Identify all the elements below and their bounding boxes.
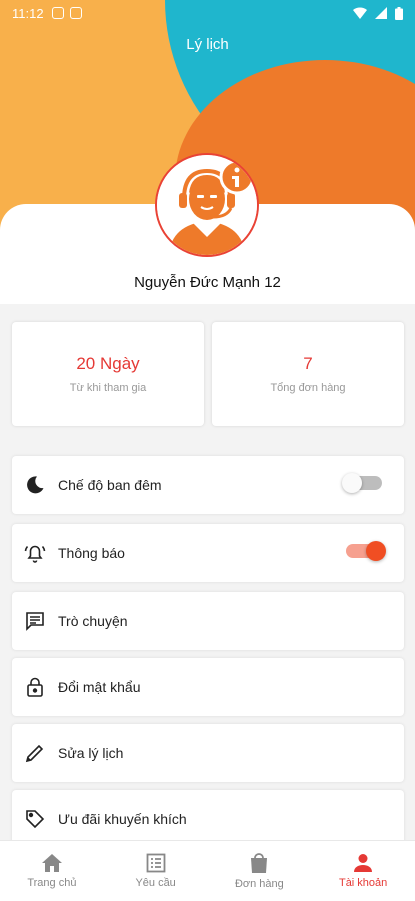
notifications-toggle[interactable]	[346, 541, 386, 561]
nav-requests[interactable]: Yêu cầu	[104, 841, 208, 901]
menu-item-label: Trò chuyện	[58, 613, 128, 629]
moon-icon	[24, 474, 46, 496]
menu-item-label: Thông báo	[58, 545, 125, 561]
stat-orders-value: 7	[303, 354, 313, 373]
battery-icon	[395, 6, 403, 20]
menu-item-label: Sửa lý lịch	[58, 745, 124, 761]
nav-account-label: Tài khoản	[338, 877, 388, 889]
bottom-navigation: Trang chủ Yêu cầu Đơn hàng Tài khoản	[0, 840, 415, 901]
pencil-icon	[24, 742, 46, 764]
stat-orders-label: Tổng đơn hàng	[270, 382, 346, 394]
menu-item-label: Đổi mật khẩu	[58, 679, 141, 695]
menu-item-notifications[interactable]: Thông báo	[12, 524, 404, 582]
nav-home[interactable]: Trang chủ	[0, 841, 104, 901]
support-agent-icon	[157, 155, 257, 255]
bell-icon	[24, 542, 46, 564]
menu-item-change-password[interactable]: Đổi mật khẩu	[12, 658, 404, 716]
stat-orders-card: 7 Tổng đơn hàng	[212, 322, 404, 426]
stat-days-value: 20 Ngày	[76, 354, 140, 373]
user-name: Nguyễn Đức Mạnh 12	[134, 274, 281, 291]
lock-icon	[24, 676, 46, 698]
list-icon	[146, 853, 166, 873]
wifi-icon	[353, 7, 367, 19]
nav-requests-label: Yêu cầu	[135, 877, 176, 889]
nav-orders-label: Đơn hàng	[234, 878, 284, 890]
night-mode-toggle[interactable]	[342, 473, 382, 493]
status-bar: 11:12	[0, 0, 415, 26]
notification-icon	[69, 7, 82, 19]
status-time: 11:12	[12, 5, 44, 21]
signal-icon	[375, 7, 387, 19]
menu-item-edit-profile[interactable]: Sửa lý lịch	[12, 724, 404, 782]
stat-days-label: Từ khi tham gia	[69, 382, 147, 394]
home-icon	[41, 854, 62, 872]
stat-days-card: 20 Ngày Từ khi tham gia	[12, 322, 204, 426]
tag-icon	[24, 808, 46, 830]
nav-account[interactable]: Tài khoản	[311, 841, 415, 901]
menu-item-night-mode[interactable]: Chế độ ban đêm	[12, 456, 404, 514]
menu-item-chat[interactable]: Trò chuyện	[12, 592, 404, 650]
nav-orders[interactable]: Đơn hàng	[208, 841, 312, 901]
page-title: Lý lịch	[186, 36, 229, 53]
nav-home-label: Trang chủ	[27, 877, 77, 889]
menu-item-label: Chế độ ban đêm	[58, 477, 162, 493]
avatar[interactable]	[155, 153, 259, 257]
menu-item-label: Ưu đãi khuyến khích	[58, 811, 187, 827]
bag-icon	[251, 853, 268, 873]
person-icon	[354, 854, 373, 872]
notification-icon	[51, 7, 64, 19]
chat-icon	[24, 610, 46, 632]
